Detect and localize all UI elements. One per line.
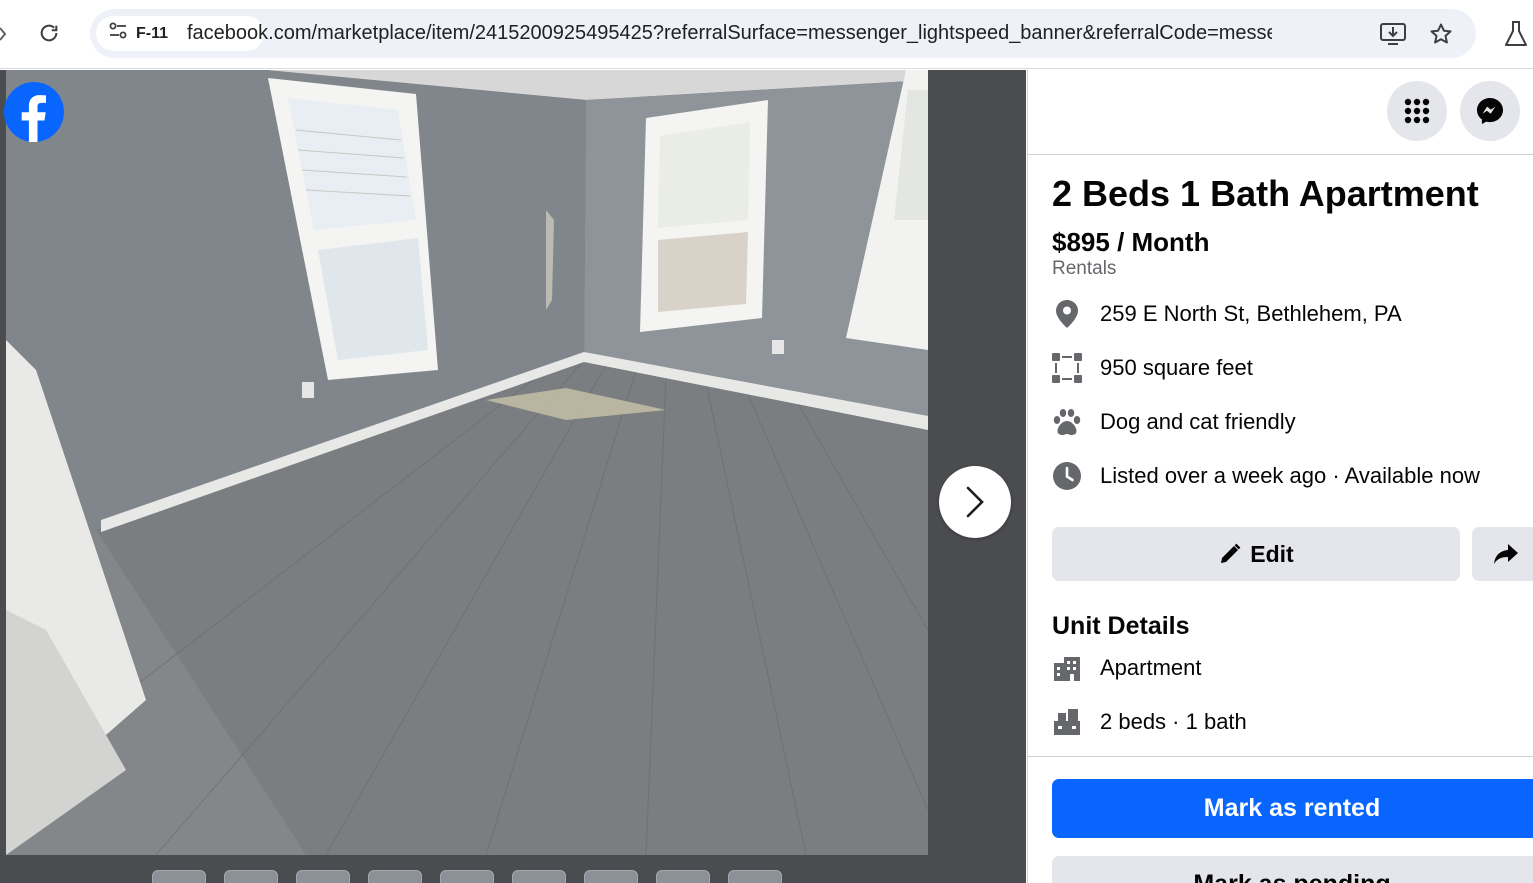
photo-thumbnail[interactable] xyxy=(584,870,638,883)
bed-bath-icon xyxy=(1052,707,1082,737)
reload-icon[interactable] xyxy=(36,20,62,46)
facebook-logo-icon[interactable] xyxy=(4,82,64,142)
next-photo-button[interactable] xyxy=(939,466,1011,538)
tune-icon xyxy=(108,21,128,46)
photo-thumbnails xyxy=(152,870,782,883)
unit-details-heading: Unit Details xyxy=(1052,612,1190,640)
location-pin-icon xyxy=(1052,299,1082,329)
messenger-button[interactable] xyxy=(1460,81,1520,141)
site-chip-label: F-11 xyxy=(136,24,169,42)
unit-type-text: Apartment xyxy=(1100,655,1202,680)
clock-icon xyxy=(1052,461,1082,491)
paw-icon xyxy=(1052,407,1082,437)
edit-listing-button[interactable]: Edit xyxy=(1052,527,1460,581)
detail-listed: Listed over a week ago · Available now xyxy=(1052,459,1480,493)
photo-thumbnail[interactable] xyxy=(512,870,566,883)
photo-thumbnail[interactable] xyxy=(440,870,494,883)
panel-header xyxy=(1028,70,1533,155)
detail-square-feet: 950 square feet xyxy=(1052,351,1253,385)
detail-square-feet-text: 950 square feet xyxy=(1100,355,1253,380)
listing-category[interactable]: Rentals xyxy=(1052,258,1116,280)
detail-pets: Dog and cat friendly xyxy=(1052,405,1296,439)
messenger-icon xyxy=(1477,98,1503,124)
edit-label: Edit xyxy=(1250,540,1294,567)
unit-rooms-row: 2 beds · 1 bath xyxy=(1052,705,1247,739)
photo-thumbnail[interactable] xyxy=(152,870,206,883)
unit-rooms-text: 2 beds · 1 bath xyxy=(1100,709,1247,734)
pencil-icon xyxy=(1221,543,1241,563)
labs-flask-icon[interactable] xyxy=(1503,20,1529,48)
mark-as-rented-button[interactable]: Mark as rented xyxy=(1052,779,1533,838)
address-bar[interactable]: F-11 facebook.com/marketplace/item/24152… xyxy=(90,9,1476,58)
menu-button[interactable] xyxy=(1387,81,1447,141)
browser-toolbar: F-11 facebook.com/marketplace/item/24152… xyxy=(0,0,1533,69)
share-arrow-icon xyxy=(1494,544,1518,564)
mark-as-pending-button[interactable]: Mark as pending xyxy=(1052,856,1533,883)
bookmark-star-icon[interactable] xyxy=(1428,21,1454,47)
listing-title: 2 Beds 1 Bath Apartment xyxy=(1052,173,1479,214)
listing-photo xyxy=(6,70,928,855)
url-text[interactable]: facebook.com/marketplace/item/2415200925… xyxy=(187,22,1272,45)
chevron-right-icon xyxy=(966,486,984,518)
photo-thumbnail[interactable] xyxy=(368,870,422,883)
detail-pets-text: Dog and cat friendly xyxy=(1100,409,1296,434)
grid-menu-icon xyxy=(1404,98,1430,124)
listing-price: $895 / Month xyxy=(1052,227,1210,257)
photo-thumbnail[interactable] xyxy=(728,870,782,883)
section-divider xyxy=(1028,756,1533,757)
detail-listed-text: Listed over a week ago · Available now xyxy=(1100,463,1480,488)
back-arrow-icon[interactable] xyxy=(0,26,7,42)
photo-thumbnail[interactable] xyxy=(296,870,350,883)
detail-location-text: 259 E North St, Bethlehem, PA xyxy=(1100,301,1402,326)
photo-thumbnail[interactable] xyxy=(224,870,278,883)
unit-type-row: Apartment xyxy=(1052,651,1202,685)
install-app-icon[interactable] xyxy=(1380,21,1406,47)
building-icon xyxy=(1052,653,1082,683)
photo-thumbnail[interactable] xyxy=(656,870,710,883)
detail-location: 259 E North St, Bethlehem, PA xyxy=(1052,297,1402,331)
photo-viewer xyxy=(0,70,1026,883)
share-button[interactable] xyxy=(1472,527,1533,581)
listing-details-panel: 2 Beds 1 Bath Apartment $895 / Month Ren… xyxy=(1027,70,1533,883)
square-feet-icon xyxy=(1052,353,1082,383)
